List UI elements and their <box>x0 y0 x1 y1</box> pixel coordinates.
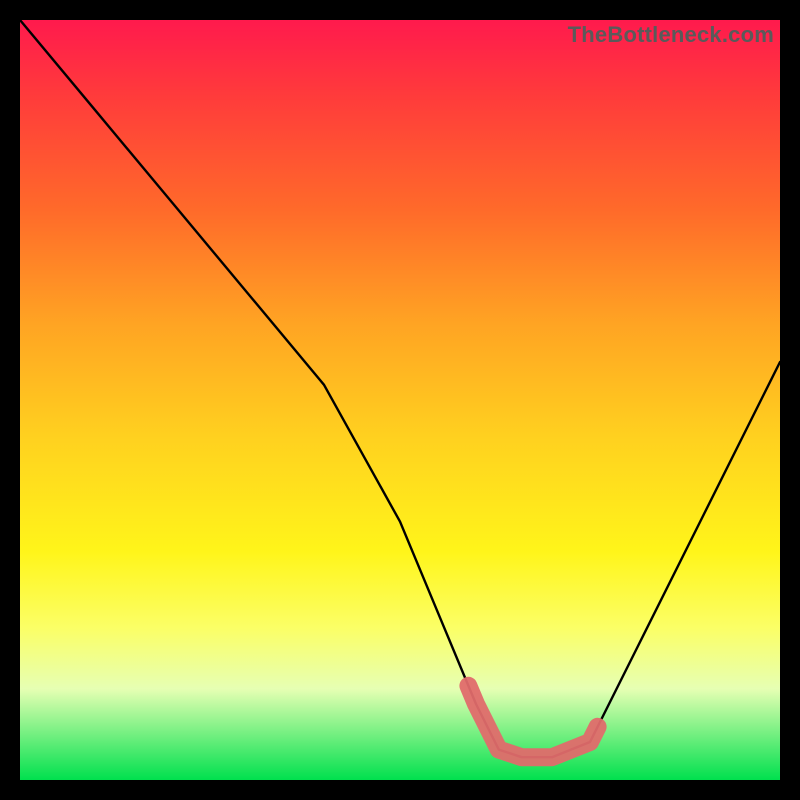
bottleneck-curve <box>20 20 780 757</box>
plot-area: TheBottleneck.com <box>20 20 780 780</box>
optimal-zone-highlight <box>468 686 597 757</box>
curve-layer <box>20 20 780 780</box>
chart-frame: TheBottleneck.com <box>0 0 800 800</box>
